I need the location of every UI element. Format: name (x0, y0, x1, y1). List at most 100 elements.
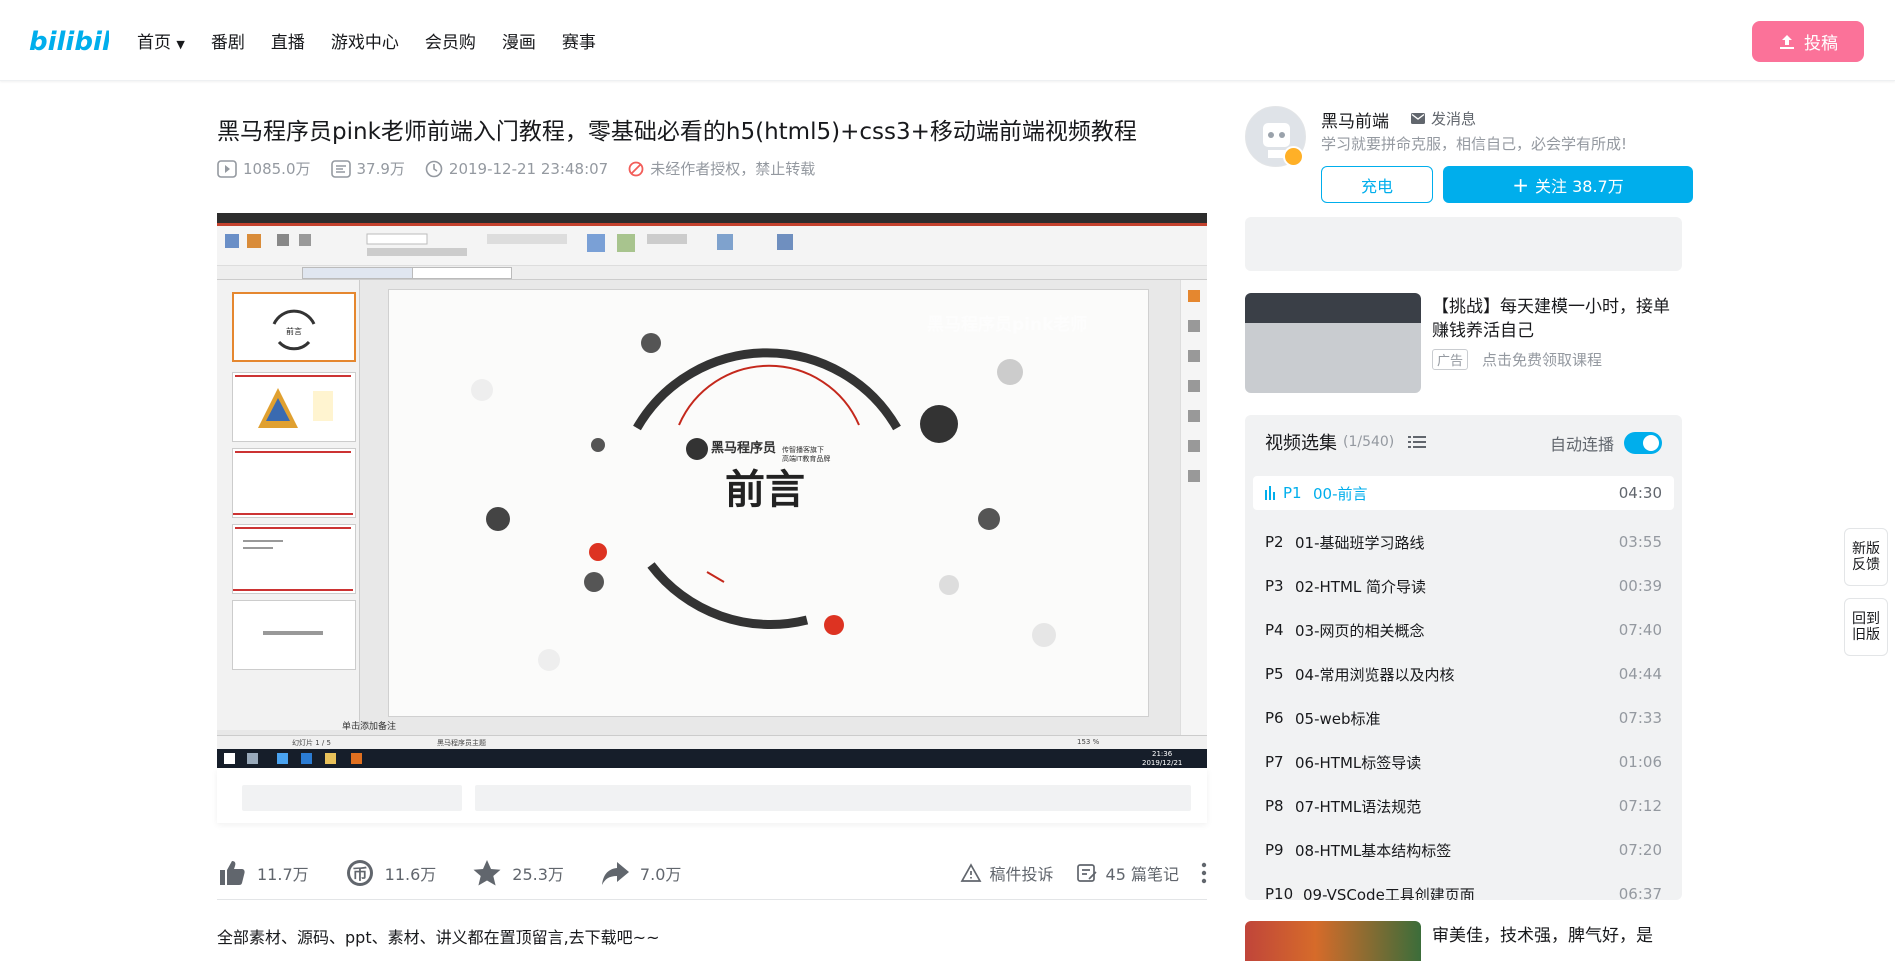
playlist-items: P1 00-前言 04:30 P2 01-基础班学习路线 03:55 P3 02-HTML 简… (1253, 476, 1674, 900)
bilibili-logo[interactable]: bilibili (29, 20, 109, 60)
playlist-item[interactable]: P7 06-HTML标签导读 01:06 (1253, 740, 1674, 784)
playlist-item[interactable]: P4 03-网页的相关概念 07:40 (1253, 608, 1674, 652)
playlist-item-duration: 00:39 (1618, 577, 1662, 595)
playlist-item-part: P4 (1265, 621, 1284, 639)
notes-button[interactable]: 45 篇笔记 (1076, 861, 1179, 885)
thumb-slide-1: 前言 (232, 292, 356, 362)
playlist-item-title: 06-HTML标签导读 (1295, 753, 1422, 772)
playlist-item-title: 05-web标准 (1295, 709, 1381, 728)
wps-ribbon (217, 226, 1207, 266)
thumb-slide-3 (232, 448, 356, 518)
share-button[interactable]: 7.0万 (600, 858, 681, 888)
playlist-item-duration: 06:37 (1618, 885, 1662, 900)
follow-button[interactable]: + 关注 38.7万 (1443, 166, 1693, 203)
charge-button[interactable]: 充电 (1321, 166, 1433, 203)
toolbar-divider (217, 899, 1207, 900)
video-toolbar: 11.7万 币 11.6万 25.3万 7.0万 稿件投诉 45 篇笔记 (217, 843, 1207, 903)
ribbon-icons (225, 233, 793, 256)
video-meta: 1085.0万 37.9万 2019-12-21 23:48:07 未经作者授权… (217, 158, 815, 179)
autoplay-toggle[interactable]: 自动连播 (1550, 431, 1662, 455)
thumb-slide-2 (232, 372, 356, 442)
nav-anime[interactable]: 番剧 (211, 28, 245, 53)
playlist-item-duration: 03:55 (1618, 533, 1662, 551)
upload-button[interactable]: 投稿 (1752, 21, 1864, 62)
playlist-item-duration: 04:30 (1618, 484, 1662, 502)
nav-home[interactable]: 首页 ▼ (137, 28, 185, 53)
recommended-video[interactable]: 审美佳，技术强，脾气好，是 (1245, 921, 1682, 961)
playlist-item[interactable]: P3 02-HTML 简介导读 00:39 (1253, 564, 1674, 608)
ad-title[interactable]: 【挑战】每天建模一小时，接单赚钱养活自己 (1432, 295, 1682, 343)
playlist-item-title: 08-HTML基本结构标签 (1295, 841, 1452, 860)
wps-status-bar: 单击添加备注 幻灯片 1 / 5 黑马程序员主题 153 % (217, 722, 1207, 749)
favorite-button[interactable]: 25.3万 (472, 858, 564, 888)
autoplay-switch[interactable] (1624, 432, 1662, 454)
playlist-item[interactable]: P6 05-web标准 07:33 (1253, 696, 1674, 740)
ad-placeholder (1245, 217, 1682, 271)
now-playing-icon (1265, 486, 1275, 500)
mail-icon (1411, 113, 1425, 124)
slide-note: 单击添加备注 (342, 722, 397, 732)
list-view-icon[interactable] (1408, 435, 1427, 449)
playlist-item-duration: 04:44 (1618, 665, 1662, 683)
playlist-item-part: P2 (1265, 533, 1284, 551)
chevron-down-icon: ▼ (176, 38, 185, 51)
playlist-item-duration: 07:33 (1618, 709, 1662, 727)
more-button[interactable] (1201, 862, 1207, 884)
video-title: 黑马程序员pink老师前端入门教程，零基础必看的h5(html5)+css3+移… (217, 119, 1137, 145)
thumbs-up-icon (220, 861, 245, 885)
taskbar-time: 21:36 (1152, 750, 1173, 758)
wps-doc-tabs (217, 266, 1207, 280)
svg-text:前言: 前言 (286, 326, 302, 336)
nav-game-center[interactable]: 游戏中心 (331, 28, 399, 53)
coin-icon: 币 (346, 860, 373, 886)
nav-match[interactable]: 赛事 (562, 28, 596, 53)
pubdate-stat: 2019-12-21 23:48:07 (425, 160, 608, 178)
danmaku-input-bar (217, 768, 1207, 823)
danmaku-icon (330, 159, 351, 178)
playlist-item-part: P6 (1265, 709, 1284, 727)
svg-text:币: 币 (352, 865, 367, 883)
uploader-name[interactable]: 黑马前端 (1321, 107, 1389, 132)
video-playlist: 视频选集 (1/540) 自动连播 P1 00-前言 04:30 P2 01-基础班学习… (1245, 415, 1682, 900)
danmaku-stat: 37.9万 (330, 158, 405, 179)
verified-badge-icon (1283, 146, 1304, 167)
svg-text:bilibili: bilibili (29, 27, 109, 57)
nav-live[interactable]: 直播 (271, 28, 305, 53)
share-arrow-icon (601, 862, 629, 885)
playlist-item-title: 09-VSCode工具创建页面 (1303, 885, 1475, 901)
nav-mall[interactable]: 会员购 (425, 28, 476, 53)
playlist-item-part: P8 (1265, 797, 1284, 815)
svg-text:高端IT教育品牌: 高端IT教育品牌 (782, 454, 830, 463)
playlist-item[interactable]: P9 08-HTML基本结构标签 07:20 (1253, 828, 1674, 872)
playlist-item[interactable]: P2 01-基础班学习路线 03:55 (1253, 520, 1674, 564)
nav-manga[interactable]: 漫画 (502, 28, 536, 53)
windows-taskbar: 21:36 2019/12/21 (217, 749, 1207, 768)
playlist-item[interactable]: P10 09-VSCode工具创建页面 06:37 (1253, 872, 1674, 900)
recommended-thumbnail[interactable] (1245, 921, 1421, 961)
playlist-item[interactable]: P8 07-HTML语法规范 07:12 (1253, 784, 1674, 828)
playlist-item[interactable]: P1 00-前言 04:30 (1253, 476, 1674, 510)
like-button[interactable]: 11.7万 (217, 858, 309, 888)
playlist-item-title: 07-HTML语法规范 (1295, 797, 1422, 816)
coin-button[interactable]: 币 11.6万 (345, 858, 436, 888)
recommended-title[interactable]: 审美佳，技术强，脾气好，是 (1432, 921, 1653, 946)
playlist-item[interactable]: P5 04-常用浏览器以及内核 04:44 (1253, 652, 1674, 696)
video-description: 全部素材、源码、ppt、素材、讲义都在置顶留言,去下载吧~~ (217, 928, 660, 947)
danmaku-input[interactable] (475, 785, 1191, 811)
slide-thumbnails: 前言 (217, 280, 360, 730)
more-vertical-icon (1201, 862, 1207, 884)
send-message-link[interactable]: 发消息 (1410, 108, 1476, 129)
report-button[interactable]: 稿件投诉 (960, 861, 1054, 885)
ad-subtitle[interactable]: 点击免费领取课程 (1482, 349, 1602, 370)
ad-thumbnail[interactable] (1245, 293, 1421, 393)
playlist-item-part: P1 (1283, 484, 1302, 502)
main-nav: 首页 ▼ 番剧 直播 游戏中心 会员购 漫画 赛事 (137, 0, 596, 81)
video-player[interactable]: 前言 黑马程序员 传智播客旗下 高端IT教育品牌 前言 黑马程序员pink老师 … (217, 213, 1207, 768)
slide-theme: 黑马程序员主题 (437, 739, 486, 747)
no-repost-icon (628, 161, 644, 176)
wps-titlebar (217, 213, 1207, 223)
ad-card[interactable]: 【挑战】每天建模一小时，接单赚钱养活自己 广告 点击免费领取课程 (1245, 293, 1682, 393)
new-feedback-button[interactable]: 新版反馈 (1844, 528, 1888, 586)
back-to-old-button[interactable]: 回到旧版 (1844, 598, 1888, 656)
top-navbar: bilibili 首页 ▼ 番剧 直播 游戏中心 会员购 漫画 赛事 投稿 (0, 0, 1895, 81)
